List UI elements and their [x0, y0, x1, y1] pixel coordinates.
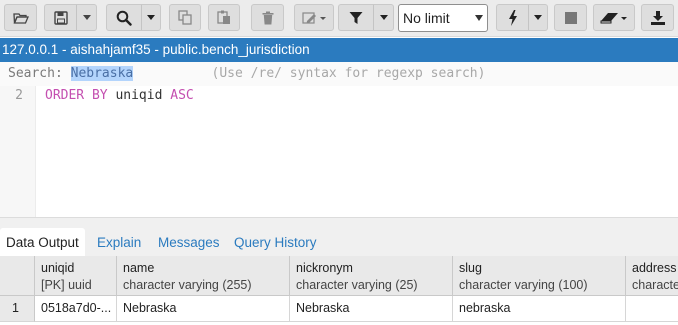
delete-button[interactable] — [251, 4, 284, 31]
column-name: name — [123, 261, 155, 275]
table-cell-uniqid[interactable]: 0518a7d0-... — [35, 296, 117, 322]
row-limit-select[interactable]: No limit — [398, 4, 488, 32]
save-file-button[interactable] — [44, 4, 76, 31]
caret-down-icon — [379, 15, 388, 20]
execute-button[interactable] — [496, 4, 528, 31]
search-label: Search: — [8, 66, 71, 81]
sql-keyword: ASC — [170, 88, 194, 103]
lightning-bolt-icon — [508, 9, 517, 26]
results-tab-bar: Data Output Explain Messages Query Histo… — [0, 217, 678, 257]
column-header-uniqid[interactable]: uniqid [PK] uuid — [35, 256, 117, 296]
search-hint: (Use /re/ syntax for regexp search) — [211, 66, 486, 81]
row-number[interactable]: 1 — [0, 296, 35, 322]
sql-editor[interactable]: 2 ORDER BY uniqid ASC — [0, 86, 678, 217]
column-type: [PK] uuid — [41, 278, 92, 292]
line-number: 2 — [15, 88, 23, 103]
column-type: character varying (100) — [459, 278, 588, 292]
find-dropdown-button[interactable] — [141, 4, 161, 31]
trash-icon — [262, 11, 273, 24]
find-button[interactable] — [106, 4, 141, 31]
pencil-icon — [302, 11, 326, 24]
table-cell-slug[interactable]: nebraska — [453, 296, 626, 322]
folder-open-icon — [12, 12, 29, 24]
tab-data-output[interactable]: Data Output — [0, 228, 85, 257]
chevron-down-icon — [475, 15, 483, 21]
tab-messages[interactable]: Messages — [158, 228, 220, 257]
table-cell-name[interactable]: Nebraska — [117, 296, 290, 322]
toolbar: No limit — [0, 0, 678, 37]
table-cell-nickronym[interactable]: Nebraska — [290, 296, 453, 322]
clear-button[interactable] — [593, 4, 635, 31]
stop-square-icon — [564, 11, 577, 24]
column-header-address[interactable]: address characte — [626, 256, 678, 296]
row-number-header[interactable] — [0, 256, 35, 296]
caret-down-icon — [147, 15, 155, 20]
floppy-disk-icon — [53, 10, 68, 25]
editor-search-bar[interactable]: Search: Nebraska (Use /re/ syntax for re… — [0, 62, 678, 86]
column-header-nickronym[interactable]: nickronym character varying (25) — [290, 256, 453, 296]
sql-keyword: ORDER BY — [45, 88, 108, 103]
code-line[interactable]: ORDER BY uniqid ASC — [45, 88, 194, 103]
edit-button[interactable] — [294, 4, 334, 31]
caret-down-icon — [82, 15, 91, 20]
column-name: address — [632, 261, 677, 275]
sql-identifier: uniqid — [107, 88, 171, 103]
search-input[interactable]: Nebraska — [70, 66, 134, 81]
column-name: slug — [459, 261, 482, 275]
paste-button[interactable] — [208, 4, 240, 31]
column-header-name[interactable]: name character varying (255) — [117, 256, 290, 296]
search-icon — [116, 10, 132, 26]
caret-down-icon — [534, 15, 542, 20]
line-number-gutter: 2 — [0, 86, 36, 217]
column-type: character varying (255) — [123, 278, 252, 292]
connection-title-bar: 127.0.0.1 - aishahjamf35 - public.bench_… — [0, 38, 678, 62]
tab-explain[interactable]: Explain — [97, 228, 141, 257]
download-button[interactable] — [641, 4, 674, 31]
copy-icon — [178, 10, 192, 25]
copy-button[interactable] — [169, 4, 201, 31]
table-cell-address[interactable] — [626, 296, 678, 322]
eraser-icon — [600, 12, 627, 23]
save-dropdown-button[interactable] — [76, 4, 97, 31]
column-name: uniqid — [41, 261, 75, 275]
column-name: nickronym — [296, 261, 353, 275]
column-type: character varying (25) — [296, 278, 418, 292]
stop-button[interactable] — [554, 4, 587, 31]
tab-query-history[interactable]: Query History — [234, 228, 317, 257]
row-limit-value: No limit — [403, 10, 450, 26]
filter-icon — [349, 11, 363, 24]
open-file-button[interactable] — [4, 4, 37, 31]
results-grid: uniqid [PK] uuid name character varying … — [0, 256, 678, 325]
execute-dropdown-button[interactable] — [528, 4, 548, 31]
paste-icon — [217, 10, 230, 24]
download-icon — [650, 10, 665, 25]
column-header-slug[interactable]: slug character varying (100) — [453, 256, 626, 296]
filter-dropdown-button[interactable] — [373, 4, 394, 31]
filter-button[interactable] — [338, 4, 373, 31]
column-type: characte — [632, 278, 678, 292]
